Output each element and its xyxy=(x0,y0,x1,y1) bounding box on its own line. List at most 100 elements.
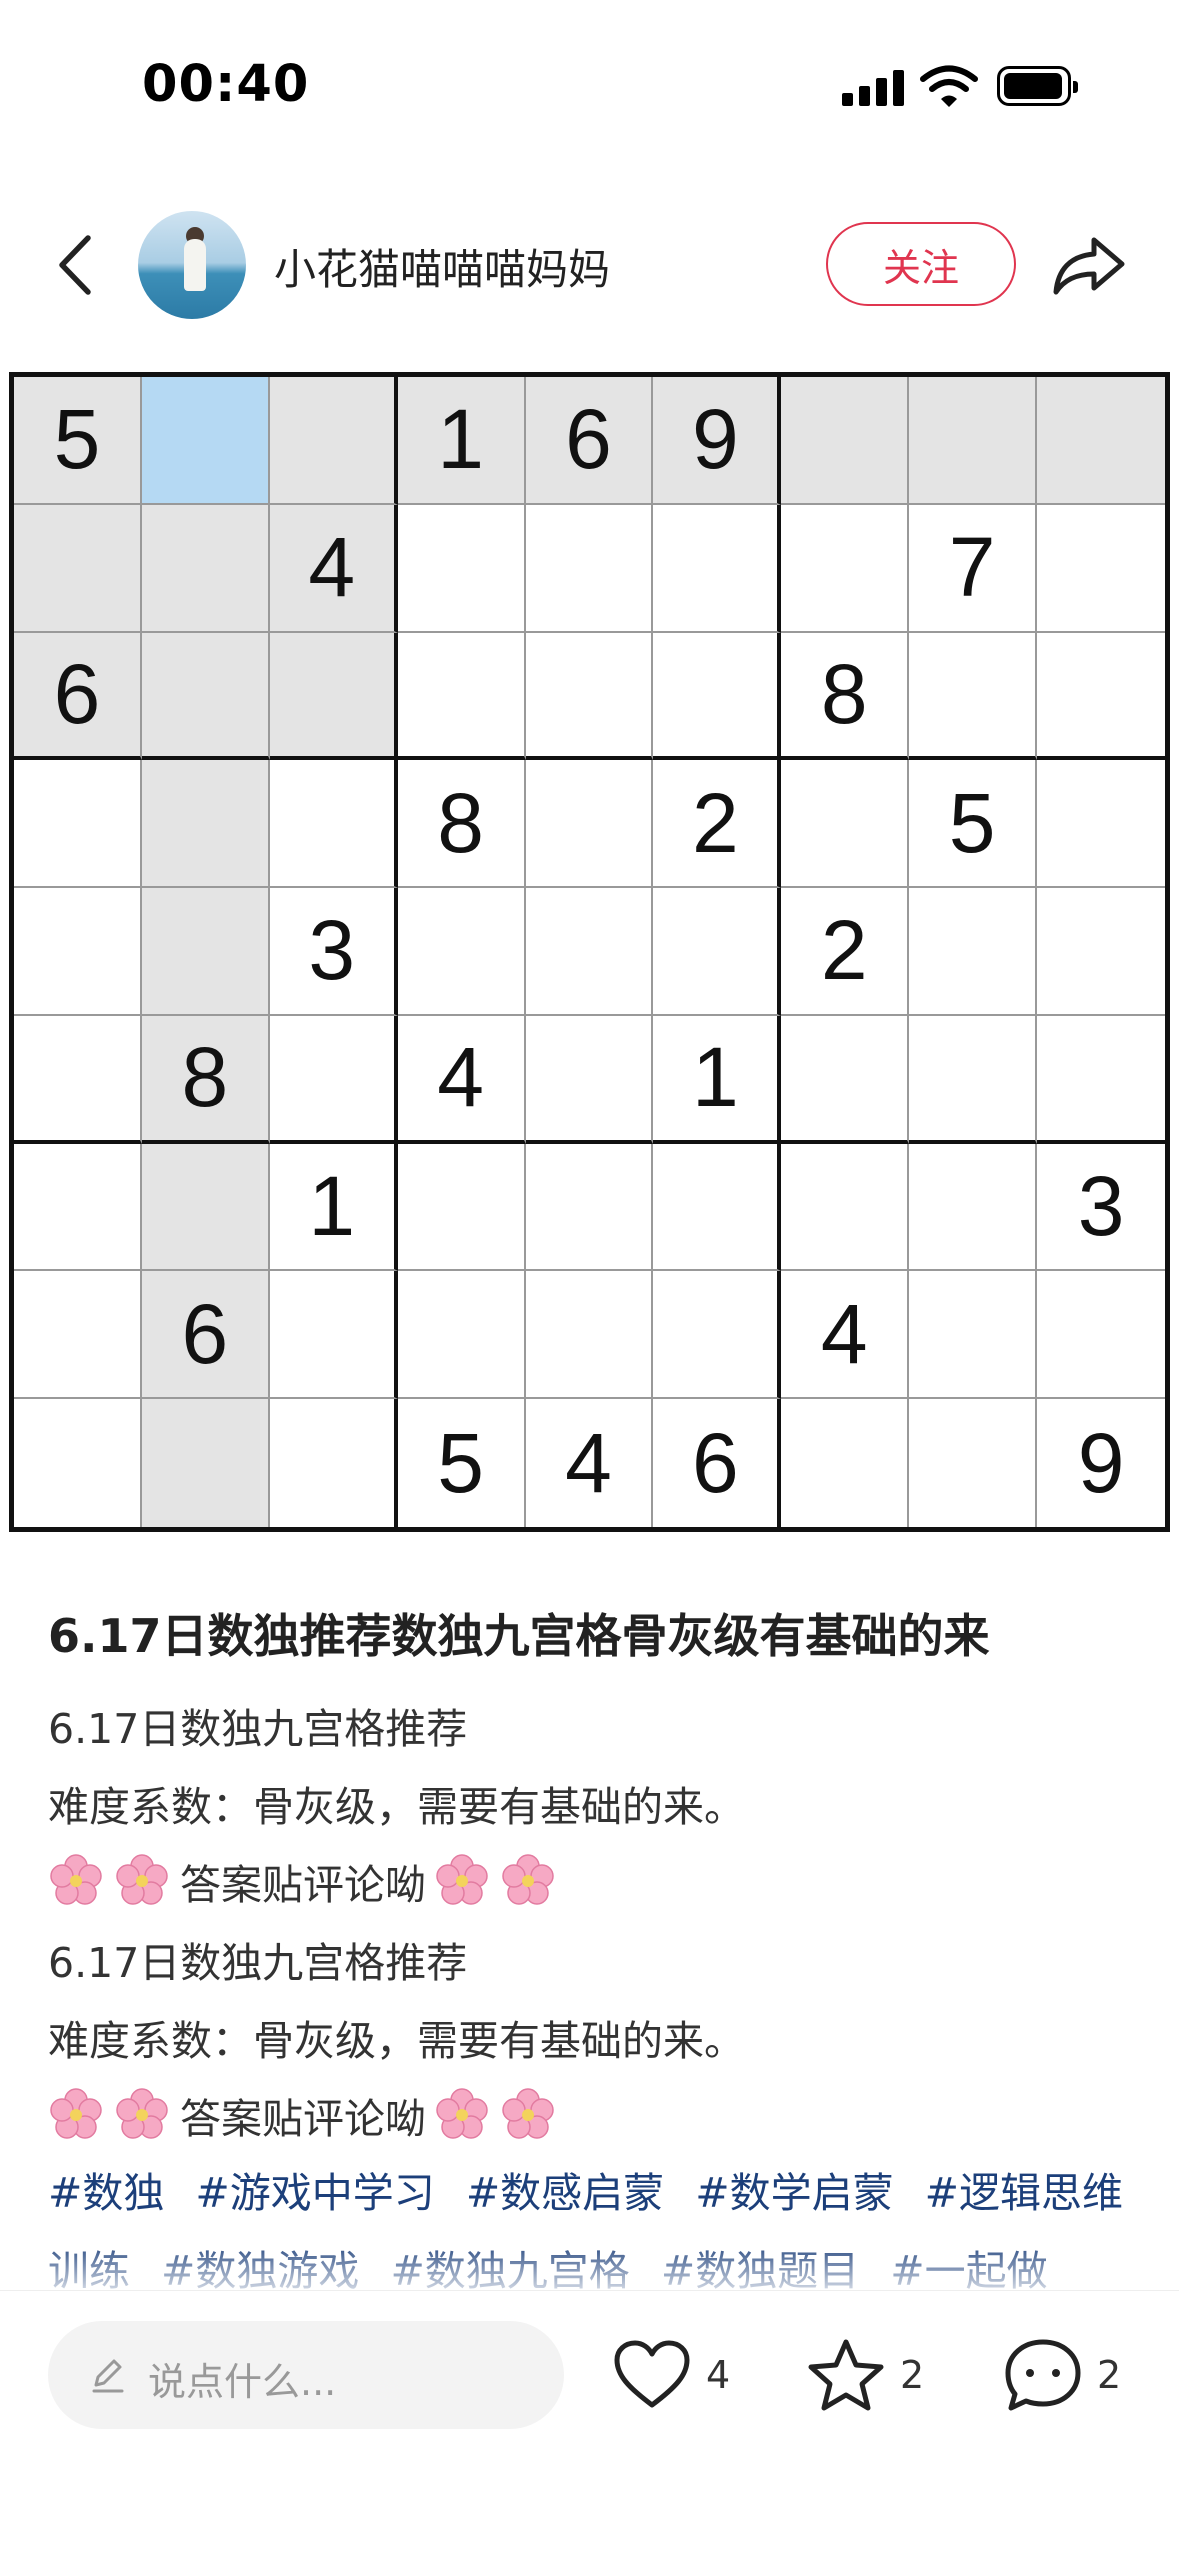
sudoku-cell[interactable] xyxy=(1037,633,1165,761)
sudoku-cell[interactable]: 6 xyxy=(525,377,654,505)
sudoku-cell[interactable] xyxy=(909,377,1038,505)
sudoku-cell[interactable]: 1 xyxy=(397,377,526,505)
comment-button[interactable]: 2 xyxy=(1003,2325,1121,2425)
sudoku-cell[interactable] xyxy=(141,1143,270,1272)
sudoku-cell[interactable]: 4 xyxy=(781,1271,910,1400)
sudoku-cell[interactable] xyxy=(781,504,910,633)
username[interactable]: 小花猫喵喵喵妈妈 xyxy=(274,236,610,297)
sudoku-cell[interactable] xyxy=(781,760,910,889)
follow-button[interactable]: 关注 xyxy=(826,222,1016,306)
sudoku-cell[interactable] xyxy=(525,1143,654,1272)
sudoku-cell[interactable]: 9 xyxy=(1037,1399,1165,1527)
cherry-blossom-icon xyxy=(116,2088,168,2139)
hashtag-link[interactable]: #数感启蒙 xyxy=(466,2169,664,2217)
sudoku-cell[interactable]: 6 xyxy=(14,632,142,761)
sudoku-cell[interactable] xyxy=(269,1271,398,1400)
sudoku-cell[interactable] xyxy=(269,760,398,889)
sudoku-cell[interactable]: 5 xyxy=(909,760,1038,889)
sudoku-cell[interactable] xyxy=(909,1015,1038,1144)
sudoku-cell[interactable] xyxy=(781,377,910,505)
sudoku-cell[interactable] xyxy=(141,888,270,1016)
sudoku-cell[interactable] xyxy=(397,888,526,1016)
sudoku-cell[interactable] xyxy=(1037,760,1165,889)
sudoku-cell[interactable] xyxy=(141,760,270,889)
sudoku-cell[interactable]: 2 xyxy=(653,760,782,889)
sudoku-cell[interactable]: 4 xyxy=(526,1399,654,1527)
sudoku-cell[interactable] xyxy=(141,632,270,761)
sudoku-cell[interactable]: 5 xyxy=(398,1399,526,1527)
sudoku-cell[interactable] xyxy=(525,888,654,1016)
sudoku-cell[interactable] xyxy=(653,1143,782,1272)
sudoku-cell[interactable]: 5 xyxy=(14,377,142,505)
sudoku-cell[interactable] xyxy=(781,1399,910,1527)
sudoku-cell[interactable] xyxy=(141,504,270,633)
sudoku-cell[interactable] xyxy=(781,1015,910,1144)
sudoku-cell[interactable] xyxy=(1037,888,1165,1016)
share-icon[interactable] xyxy=(1050,230,1130,300)
sudoku-cell[interactable] xyxy=(525,504,654,633)
cherry-blossom-icon xyxy=(436,1854,488,1905)
like-button[interactable]: 4 xyxy=(612,2325,730,2425)
sudoku-cell[interactable]: 6 xyxy=(141,1271,270,1400)
pen-icon xyxy=(92,2359,124,2393)
sudoku-cell[interactable]: 3 xyxy=(1037,1144,1165,1272)
sudoku-cell[interactable] xyxy=(14,1271,142,1400)
sudoku-cell[interactable]: 4 xyxy=(397,1015,526,1144)
back-icon[interactable] xyxy=(48,230,108,300)
sudoku-cell[interactable] xyxy=(141,377,270,505)
sudoku-cell[interactable] xyxy=(653,888,782,1016)
sudoku-cell[interactable] xyxy=(141,1399,270,1527)
sudoku-cell[interactable] xyxy=(397,1143,526,1272)
sudoku-cell[interactable] xyxy=(269,1015,398,1144)
sudoku-cell[interactable] xyxy=(525,632,654,761)
sudoku-cell[interactable]: 8 xyxy=(397,760,526,889)
sudoku-cell[interactable]: 9 xyxy=(653,377,782,505)
hashtag-link[interactable]: #数学启蒙 xyxy=(695,2169,893,2217)
sudoku-cell[interactable]: 1 xyxy=(653,1015,782,1144)
sudoku-cell[interactable] xyxy=(909,888,1038,1016)
sudoku-cell[interactable] xyxy=(397,632,526,761)
sudoku-cell[interactable] xyxy=(14,760,142,889)
bottom-action-bar: 说点什么... 4 2 2 xyxy=(0,2290,1179,2556)
sudoku-cell[interactable] xyxy=(1037,505,1165,633)
sudoku-cell[interactable]: 1 xyxy=(269,1143,398,1272)
comment-input[interactable]: 说点什么... xyxy=(48,2321,564,2429)
sudoku-cell[interactable] xyxy=(653,632,782,761)
sudoku-cell[interactable] xyxy=(270,1399,398,1527)
sudoku-cell[interactable] xyxy=(269,632,398,761)
sudoku-cell[interactable] xyxy=(1037,1271,1165,1400)
sudoku-cell[interactable] xyxy=(525,1015,654,1144)
sudoku-cell[interactable] xyxy=(14,888,142,1016)
sudoku-cell[interactable] xyxy=(653,1271,782,1400)
sudoku-cell[interactable] xyxy=(397,1271,526,1400)
sudoku-cell[interactable] xyxy=(525,760,654,889)
avatar[interactable] xyxy=(138,211,246,319)
sudoku-cell[interactable] xyxy=(909,632,1038,761)
hashtag-link[interactable]: #游戏中学习 xyxy=(195,2169,434,2217)
sudoku-cell[interactable] xyxy=(14,1143,142,1272)
sudoku-cell[interactable]: 7 xyxy=(909,504,1038,633)
sudoku-cell[interactable] xyxy=(269,377,398,505)
sudoku-cell[interactable] xyxy=(14,1015,142,1144)
sudoku-cell[interactable] xyxy=(909,1271,1038,1400)
sudoku-cell[interactable] xyxy=(525,1271,654,1400)
sudoku-cell[interactable]: 4 xyxy=(269,504,398,633)
star-icon xyxy=(808,2339,884,2411)
sudoku-cell[interactable] xyxy=(909,1143,1038,1272)
sudoku-cell[interactable] xyxy=(653,504,782,633)
sudoku-cell[interactable]: 2 xyxy=(781,888,910,1016)
sudoku-cell[interactable] xyxy=(1037,377,1165,505)
hashtag-link[interactable]: #数独 xyxy=(48,2169,164,2217)
sudoku-cell[interactable] xyxy=(1037,1016,1165,1144)
sudoku-cell[interactable] xyxy=(781,1143,910,1272)
sudoku-cell[interactable]: 3 xyxy=(269,888,398,1016)
sudoku-cell[interactable]: 8 xyxy=(781,632,910,761)
sudoku-cell[interactable] xyxy=(14,1399,142,1527)
sudoku-cell[interactable] xyxy=(909,1399,1038,1527)
sudoku-cell[interactable]: 8 xyxy=(141,1015,270,1144)
collect-button[interactable]: 2 xyxy=(806,2325,924,2425)
cherry-blossom-icon xyxy=(436,2088,488,2139)
sudoku-cell[interactable] xyxy=(397,504,526,633)
sudoku-cell[interactable] xyxy=(14,504,142,633)
sudoku-cell[interactable]: 6 xyxy=(653,1399,782,1527)
